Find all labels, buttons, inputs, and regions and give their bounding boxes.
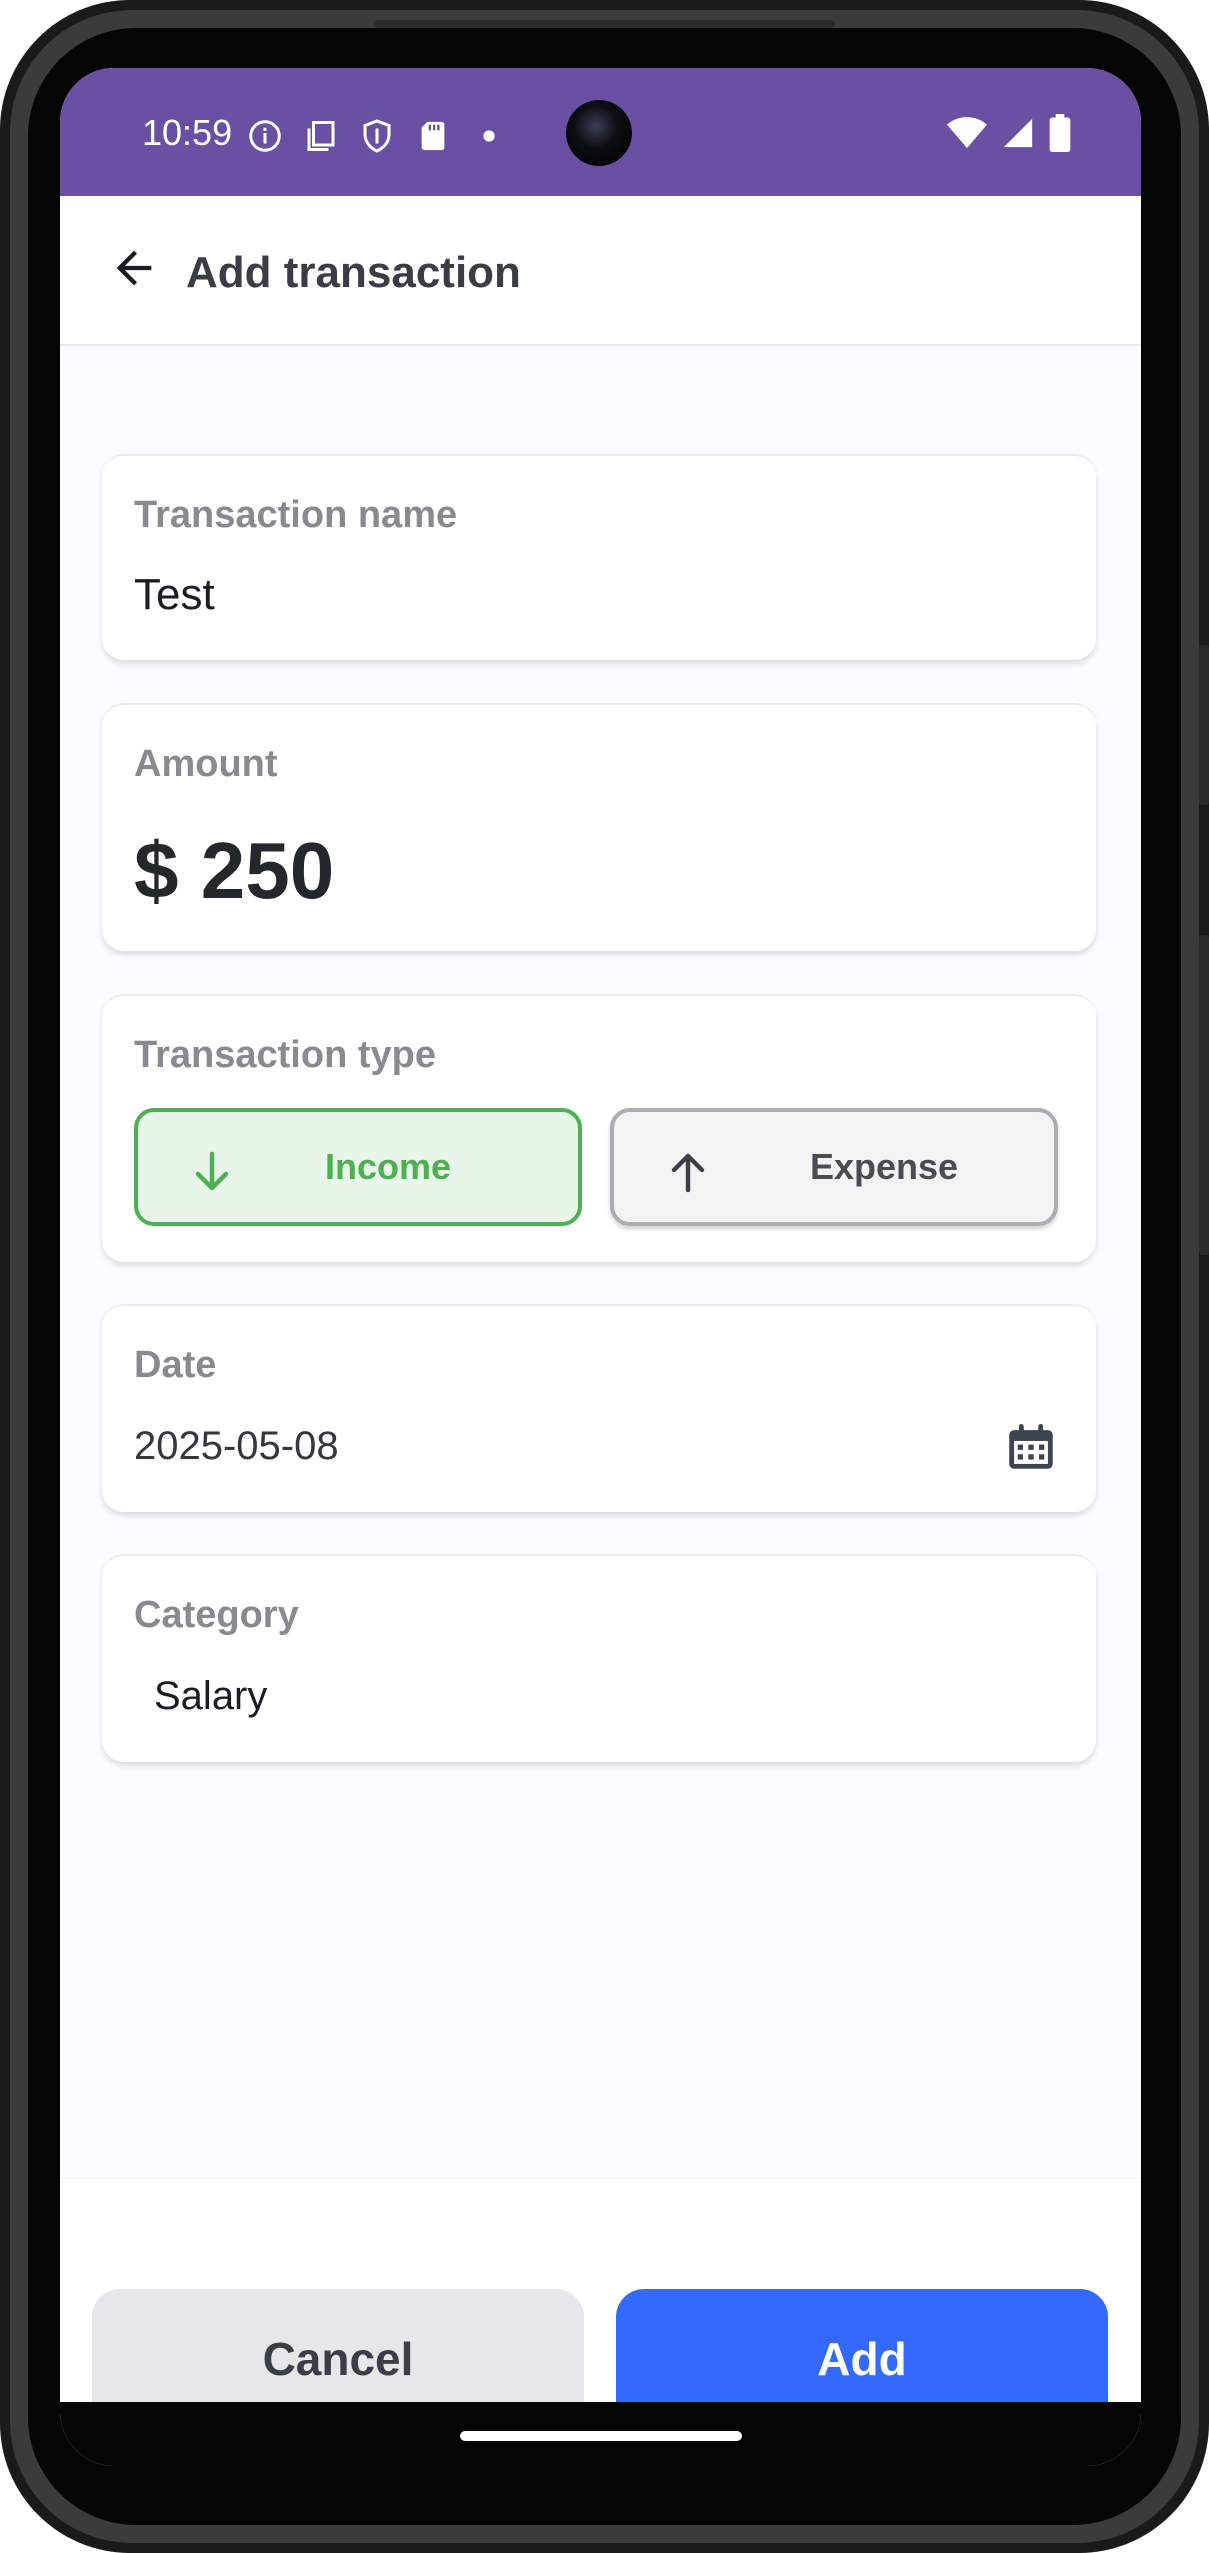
form-content: Transaction name Test Amount $ 250 Trans… (60, 346, 1141, 2246)
transaction-type-label: Transaction type (134, 1034, 436, 1076)
sd-card-icon (413, 116, 453, 156)
app-bar: Add transaction (60, 196, 1141, 346)
transaction-name-input[interactable]: Test (134, 570, 215, 620)
power-button (1199, 645, 1209, 805)
transaction-name-label: Transaction name (134, 494, 458, 536)
status-bar: 10:59 (60, 68, 1141, 196)
calendar-icon[interactable] (1002, 1418, 1060, 1476)
shield-icon (357, 116, 397, 156)
page-title: Add transaction (186, 248, 521, 297)
status-icons-left (245, 116, 509, 156)
info-icon (245, 116, 285, 156)
battery-icon (1049, 114, 1071, 157)
navigation-bar (60, 2402, 1141, 2466)
home-indicator[interactable] (460, 2431, 742, 2441)
expense-toggle[interactable]: Expense (610, 1108, 1058, 1226)
date-label: Date (134, 1344, 217, 1386)
category-select[interactable]: Salary (154, 1674, 267, 1719)
arrow-back-icon (108, 242, 160, 299)
date-value[interactable]: 2025-05-08 (134, 1424, 339, 1469)
signal-icon (1001, 116, 1035, 155)
speaker-slit (375, 20, 835, 28)
category-label: Category (134, 1594, 299, 1636)
status-icons-right (947, 114, 1071, 157)
action-bar: Cancel Add (60, 2178, 1141, 2429)
back-button[interactable] (102, 238, 166, 302)
wifi-icon (947, 116, 987, 155)
transaction-name-card[interactable]: Transaction name Test (102, 454, 1096, 660)
screen: 10:59 Add transaction Transaction name T… (60, 68, 1141, 2466)
expense-label: Expense (809, 1146, 959, 1187)
transaction-type-card: Transaction type Income Expense (102, 994, 1096, 1262)
amount-value: 250 (200, 826, 335, 915)
currency-symbol: $ (134, 826, 179, 915)
amount-input[interactable]: $ 250 (134, 825, 334, 917)
income-toggle[interactable]: Income (134, 1108, 582, 1226)
category-card[interactable]: Category Salary (102, 1554, 1096, 1762)
dot-icon (469, 116, 509, 156)
income-label: Income (324, 1146, 452, 1187)
amount-label: Amount (134, 743, 278, 785)
volume-button (1199, 935, 1209, 1255)
amount-card[interactable]: Amount $ 250 (102, 703, 1096, 951)
front-camera (566, 100, 632, 166)
clipboard-icon (301, 116, 341, 156)
date-card[interactable]: Date 2025-05-08 (102, 1304, 1096, 1512)
status-time: 10:59 (142, 112, 233, 153)
